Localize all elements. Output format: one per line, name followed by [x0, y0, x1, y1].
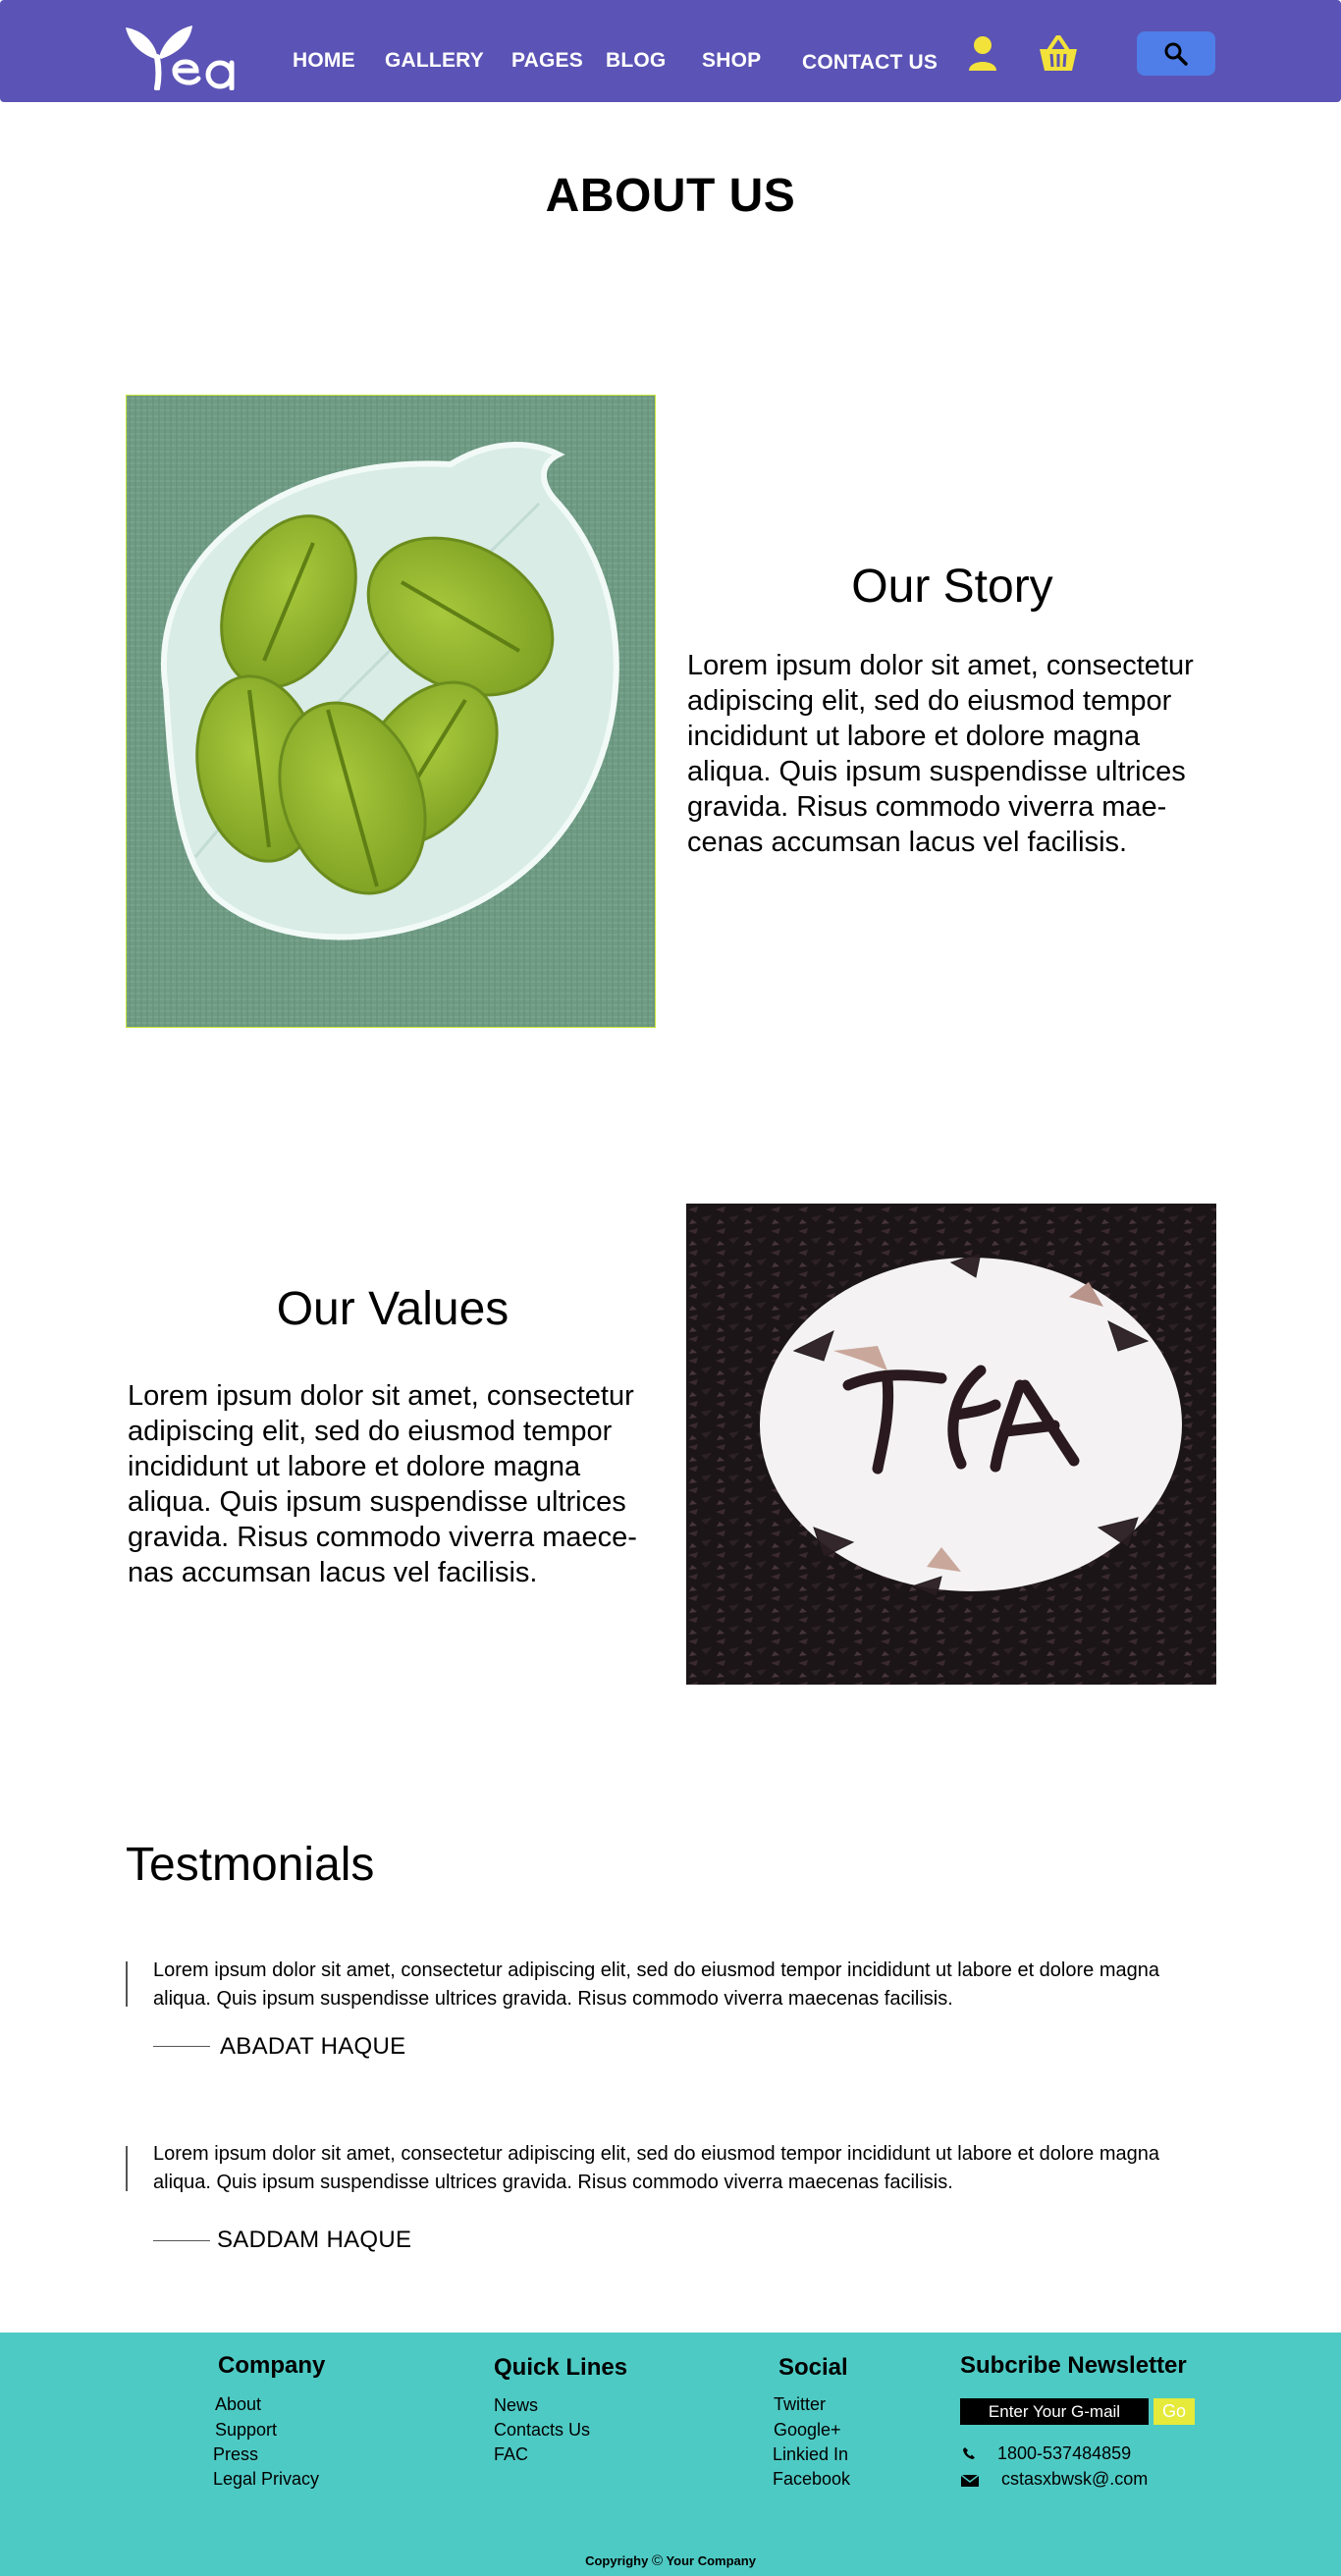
footer-phone: 1800-537484859 — [997, 2443, 1132, 2463]
footer-newsletter-heading: Subcribe Newsletter — [960, 2352, 1187, 2379]
nav-shop[interactable]: SHOP — [702, 49, 761, 73]
testimonials-heading: Testmonials — [126, 1839, 375, 1891]
footer-link-about[interactable]: About — [215, 2394, 261, 2415]
quote-bar — [126, 1961, 128, 2007]
story-body: Lorem ipsum dolor sit amet, consectetur … — [687, 650, 1194, 858]
values-body: Lorem ipsum dolor sit amet, consectetur … — [128, 1380, 637, 1588]
footer-link-facebook[interactable]: Facebook — [773, 2469, 850, 2490]
footer-link-contacts-us[interactable]: Contacts Us — [494, 2420, 590, 2441]
testimonial-text: Lorem ipsum dolor sit amet, consectetur … — [153, 2143, 1159, 2193]
quote-bar — [126, 2146, 128, 2191]
author-dash — [153, 2046, 210, 2047]
footer-link-news[interactable]: News — [494, 2395, 538, 2416]
nav-pages[interactable]: PAGES — [511, 49, 583, 73]
nav-contact-us[interactable]: CONTACT US — [802, 51, 938, 75]
nav-home[interactable]: HOME — [293, 49, 355, 73]
search-button[interactable] — [1137, 31, 1215, 76]
values-image — [686, 1204, 1216, 1685]
footer-link-linkedin[interactable]: Linkied In — [773, 2444, 848, 2465]
tea-logo[interactable] — [124, 22, 243, 90]
search-icon — [1164, 42, 1188, 66]
footer-quick-heading: Quick Lines — [494, 2354, 628, 2381]
footer-link-press[interactable]: Press — [213, 2444, 258, 2465]
footer-link-google-plus[interactable]: Google+ — [774, 2420, 841, 2441]
copyright: Copyrighy © Your Company — [0, 2552, 1341, 2569]
page-title: ABOUT US — [545, 170, 796, 222]
newsletter-go-button[interactable]: Go — [1153, 2398, 1195, 2425]
footer-company-heading: Company — [218, 2352, 326, 2379]
testimonial-author: SADDAM HAQUE — [217, 2227, 412, 2253]
footer-social-heading: Social — [778, 2354, 848, 2381]
nav-gallery[interactable]: GALLERY — [385, 49, 484, 73]
user-icon[interactable] — [967, 35, 998, 73]
copyright-symbol: © — [651, 2552, 664, 2569]
footer-email[interactable]: cstasxbwsk@.com — [1001, 2469, 1148, 2490]
site-header: HOME GALLERY PAGES BLOG SHOP CONTACT US — [0, 0, 1341, 102]
phone-icon — [963, 2447, 975, 2459]
testimonial-text: Lorem ipsum dolor sit amet, consectetur … — [153, 1959, 1159, 2010]
testimonial-author: ABADAT HAQUE — [220, 2033, 406, 2060]
story-heading: Our Story — [851, 561, 1053, 613]
newsletter-email-input[interactable] — [960, 2398, 1149, 2425]
author-dash — [153, 2240, 210, 2241]
story-image — [126, 395, 656, 1028]
values-heading: Our Values — [276, 1283, 510, 1335]
mail-icon — [960, 2474, 980, 2487]
copyright-company: Your Company — [666, 2553, 756, 2568]
footer-link-support[interactable]: Support — [215, 2420, 277, 2441]
footer-link-twitter[interactable]: Twitter — [774, 2394, 826, 2415]
footer-link-legal-privacy[interactable]: Legal Privacy — [213, 2469, 319, 2490]
copyright-label: Copyrighy — [585, 2553, 649, 2568]
footer-link-fac[interactable]: FAC — [494, 2444, 528, 2465]
nav-blog[interactable]: BLOG — [606, 49, 666, 73]
basket-icon[interactable] — [1038, 35, 1079, 73]
